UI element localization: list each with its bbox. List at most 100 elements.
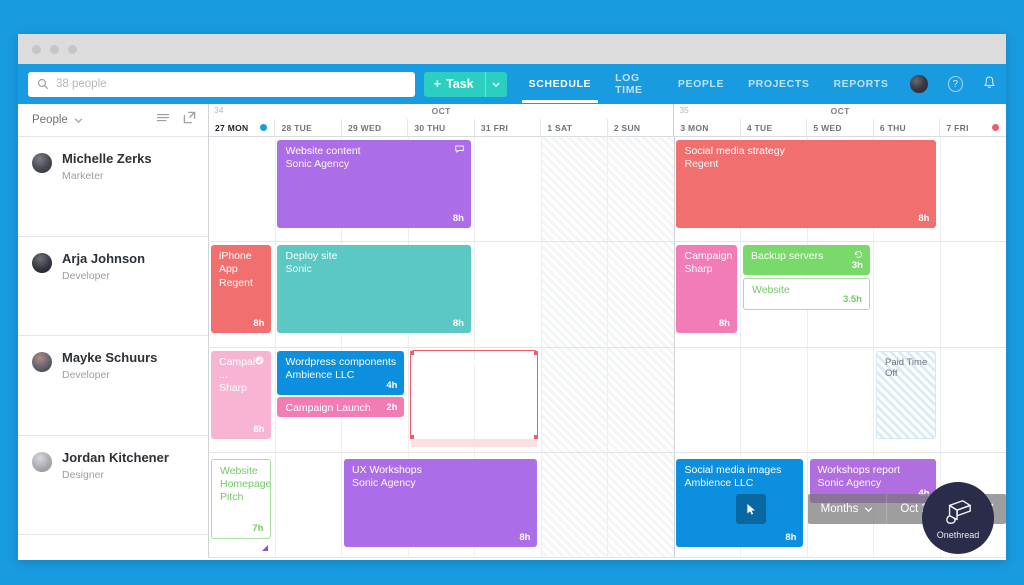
event-block[interactable]: UX Workshops Sonic Agency 8h: [343, 458, 538, 547]
resize-handle[interactable]: [409, 434, 414, 439]
event-title: Social media images: [684, 463, 782, 476]
day-header-4-tue[interactable]: 4 TUE: [739, 119, 807, 137]
add-task-dropdown-button[interactable]: [484, 71, 507, 97]
event-project: Sonic: [285, 263, 312, 276]
browser-window: 38 people + Task SCHEDULE LOG TIME PEOPL…: [18, 34, 1006, 560]
event-selection-band: [410, 438, 538, 447]
nav-item-people[interactable]: PEOPLE: [678, 66, 724, 103]
group-by-label: People: [32, 114, 68, 126]
event-block[interactable]: Campai ... Sharp 8h: [211, 350, 272, 439]
day-header-30-thu[interactable]: 30 THU: [407, 119, 474, 137]
event-block[interactable]: Website content Sonic Agency 8h: [277, 140, 471, 228]
event-block[interactable]: Paid Time Off: [876, 350, 937, 439]
resize-handle[interactable]: [533, 434, 538, 439]
person-row[interactable]: Jordan Kitchener Designer: [18, 436, 208, 536]
day-header-27-mon[interactable]: 27 MON: [209, 119, 275, 137]
event-project: Regent: [219, 276, 253, 289]
event-title: iPhone App: [219, 250, 252, 276]
event-block[interactable]: Website 3.5h: [742, 278, 870, 311]
event-block[interactable]: Backup servers 3h: [742, 245, 870, 276]
day-label: 28 TUE: [281, 122, 313, 133]
resize-handle[interactable]: [533, 350, 538, 355]
event-hours: 8h: [253, 423, 265, 435]
comment-icon: [521, 356, 531, 364]
bell-glyph: [984, 76, 995, 88]
event-hours: 2h: [386, 401, 398, 413]
add-task-button[interactable]: + Task: [423, 71, 507, 97]
user-avatar[interactable]: [910, 75, 928, 93]
nav-item-schedule[interactable]: SCHEDULE: [521, 66, 598, 103]
help-icon[interactable]: ?: [947, 76, 963, 92]
day-header-1-sat[interactable]: 1 SAT: [540, 119, 607, 137]
event-block[interactable]: Wordpress components Ambience LLC 4h: [277, 350, 405, 395]
event-block[interactable]: Campaign Launch 2h: [277, 396, 405, 417]
event-hours: 3h: [851, 260, 863, 272]
event-icons: [455, 145, 464, 153]
event-hours: 4h: [386, 379, 398, 391]
calendar-week-header: 34 OCT 27 MON 28 TUE 29 WED 30 THU 31 FRI 1 SAT…: [208, 104, 1006, 137]
event-title: UX Workshops: [351, 463, 422, 476]
search-input[interactable]: 38 people: [28, 71, 415, 97]
day-header-2-sun[interactable]: 2 SUN: [606, 119, 674, 137]
event-block[interactable]: Campaign Sharp 8h: [676, 245, 737, 334]
day-header-3-mon[interactable]: 3 MON: [674, 119, 740, 137]
window-minimize-dot[interactable]: [50, 44, 59, 54]
day-header-5-wed[interactable]: 5 WED: [806, 119, 873, 137]
day-status-dot: [260, 124, 268, 131]
event-hours: 8h: [452, 213, 464, 224]
event-title: Paid Time Off: [885, 356, 928, 380]
day-label: 2 SUN: [613, 122, 641, 133]
comment-icon: [508, 356, 518, 364]
event-block[interactable]: Deploy site Sonic 8h: [277, 245, 471, 334]
person-row[interactable]: Mayke Schuurs Developer: [18, 336, 208, 436]
event-project: Sonic Agency: [351, 476, 416, 489]
nav-item-log-time[interactable]: LOG TIME: [615, 60, 654, 109]
avatar: [32, 153, 52, 173]
day-header-7-fri[interactable]: 7 FRI: [939, 119, 1006, 137]
day-label: 7 FRI: [946, 122, 969, 133]
day-header-31-fri[interactable]: 31 FRI: [473, 119, 541, 137]
grid-row-divider: [208, 241, 1006, 243]
drag-resize-indicator[interactable]: [262, 544, 269, 551]
day-label: 1 SAT: [547, 122, 573, 133]
resize-handle[interactable]: [409, 350, 414, 355]
grid-row-divider: [208, 451, 1006, 453]
event-project: Sonic Agency: [817, 476, 882, 489]
add-task-label: Task: [446, 77, 474, 91]
event-block[interactable]: Social media strategy Regent 8h: [676, 140, 937, 228]
expand-icon[interactable]: [183, 111, 196, 129]
event-hours: 8h: [519, 531, 531, 543]
person-row[interactable]: Michelle Zerks Marketer: [18, 137, 208, 237]
event-block[interactable]: Website Homepage Pitch 7h: [211, 458, 272, 539]
onethread-badge[interactable]: Onethread: [922, 482, 994, 554]
day-header-6-thu[interactable]: 6 THU: [872, 119, 940, 137]
person-name: Jordan Kitchener: [62, 449, 169, 465]
zoom-level-select[interactable]: Months: [808, 494, 888, 524]
person-row[interactable]: Arja Johnson Developer: [18, 237, 208, 337]
list-view-icon[interactable]: [156, 111, 170, 129]
day-header-29-wed[interactable]: 29 WED: [340, 119, 408, 137]
event-project: Sonic Agency: [285, 158, 350, 171]
nav-label: LOG TIME: [615, 71, 643, 96]
nav-item-projects[interactable]: PROJECTS: [748, 66, 809, 103]
notifications-bell-icon[interactable]: [983, 76, 996, 93]
window-close-dot[interactable]: [32, 44, 41, 54]
nav-item-reports[interactable]: REPORTS: [833, 66, 888, 103]
event-hours: 8h: [785, 531, 797, 543]
plus-icon: +: [433, 77, 442, 91]
comment-icon: [455, 145, 464, 153]
chevron-down-icon[interactable]: [74, 116, 83, 125]
day-label: 3 MON: [680, 122, 709, 133]
event-hours: 8h: [519, 423, 531, 435]
window-maximize-dot[interactable]: [68, 44, 77, 54]
event-block[interactable]: iPhone App Regent 8h: [211, 245, 272, 334]
month-label: OCT: [830, 106, 850, 116]
event-project: Ambience LLC: [285, 368, 355, 381]
day-header-28-tue[interactable]: 28 TUE: [274, 119, 341, 137]
person-role: Developer: [62, 369, 110, 382]
event-hours: 8h: [253, 318, 265, 330]
cursor-tool-button[interactable]: [736, 494, 766, 524]
check-circle-icon: [255, 355, 265, 365]
event-block[interactable]: Android App Ambience 8h: [409, 349, 539, 440]
day-label: 31 FRI: [480, 122, 509, 133]
